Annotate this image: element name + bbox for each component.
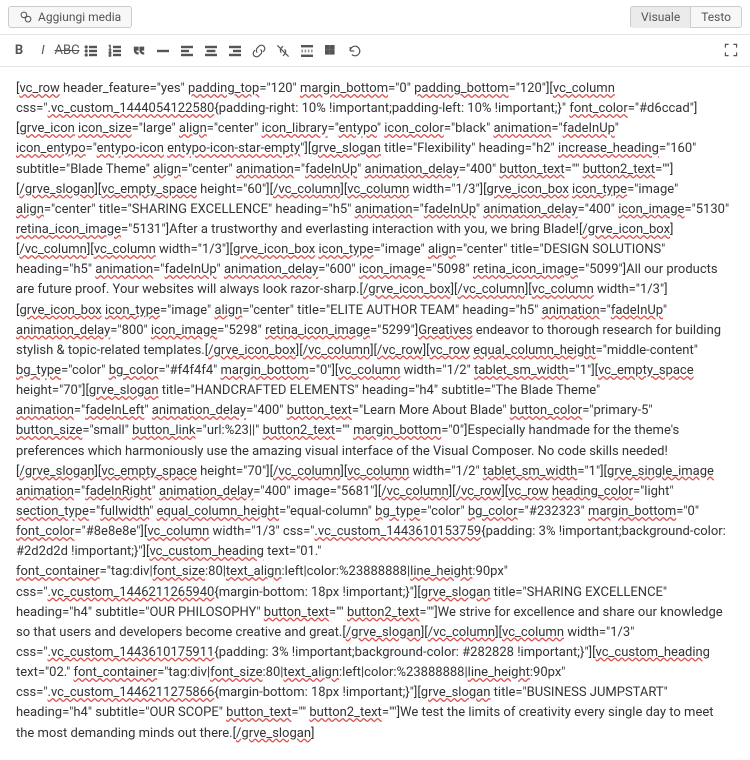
hr-button[interactable] — [152, 40, 174, 62]
bullet-list-button[interactable] — [80, 40, 102, 62]
add-media-label: Aggiungi media — [38, 10, 121, 24]
add-media-button[interactable]: Aggiungi media — [8, 6, 132, 28]
refresh-button[interactable] — [344, 40, 366, 62]
editor-toolbar: B I ABC 123 — [8, 40, 366, 62]
editor-mode-tabs: Visuale Testo — [630, 6, 742, 28]
readmore-button[interactable] — [296, 40, 318, 62]
unlink-button[interactable] — [272, 40, 294, 62]
svg-text:3: 3 — [109, 52, 112, 58]
blockquote-button[interactable] — [128, 40, 150, 62]
align-left-button[interactable] — [176, 40, 198, 62]
media-icon — [19, 10, 33, 24]
tab-text[interactable]: Testo — [690, 6, 742, 28]
tab-visual[interactable]: Visuale — [630, 6, 691, 28]
fullscreen-button[interactable] — [720, 39, 742, 61]
align-center-button[interactable] — [200, 40, 222, 62]
link-button[interactable] — [248, 40, 270, 62]
editor-content[interactable]: [vc_row header_feature="yes" padding_top… — [0, 67, 750, 760]
bold-button[interactable]: B — [8, 40, 30, 62]
align-right-button[interactable] — [224, 40, 246, 62]
numbered-list-button[interactable]: 123 — [104, 40, 126, 62]
strikethrough-button[interactable]: ABC — [56, 40, 78, 62]
editor-text: [vc_row header_feature="yes" padding_top… — [16, 81, 729, 741]
italic-button[interactable]: I — [32, 40, 54, 62]
toolbar-toggle-button[interactable] — [320, 40, 342, 62]
